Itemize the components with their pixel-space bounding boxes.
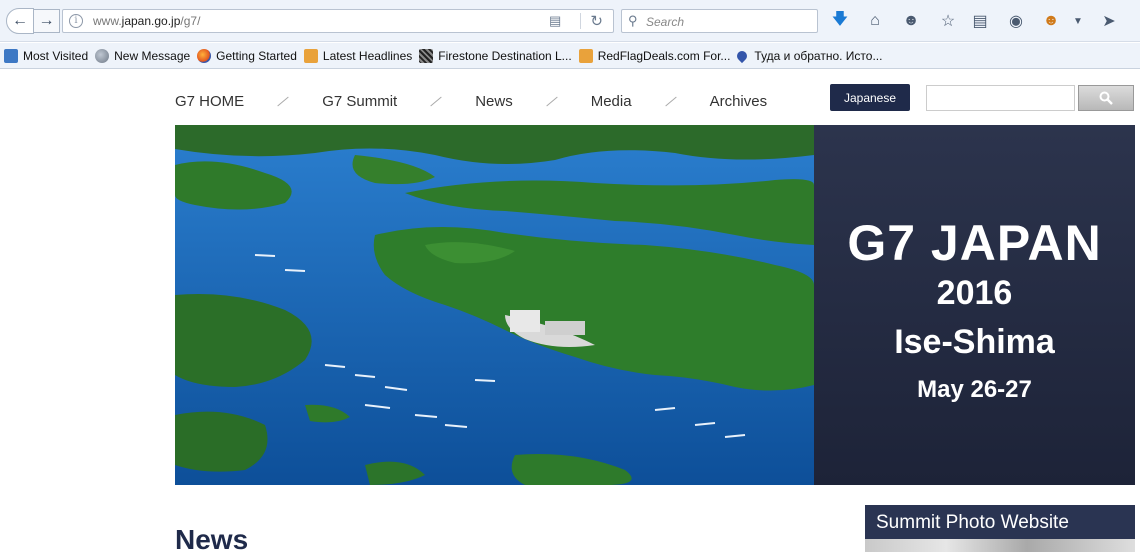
firestone-icon [419, 48, 434, 63]
browser-toolbar: ← → i www.japan.go.jp/g7/ ▤ ↻ ⚲ Search 🡇… [0, 0, 1140, 42]
url-host: japan.go.jp [121, 14, 181, 28]
bookmark-getting-started[interactable]: Getting Started [197, 48, 297, 63]
search-icon [1099, 91, 1113, 105]
hero-place: Ise-Shima [894, 323, 1055, 361]
url-prefix: www. [93, 14, 122, 28]
site-search-input[interactable] [926, 85, 1075, 111]
reload-icon[interactable]: ↻ [590, 12, 603, 30]
bookmark-tuda-i-obratno[interactable]: Туда и обратно. Исто... [735, 48, 883, 63]
nav-divider [664, 96, 677, 106]
hero-date: May 26-27 [917, 376, 1032, 403]
reader-view-icon[interactable]: ▤ [549, 13, 567, 29]
bookmarks-bar: Most Visited New Message Getting Started… [0, 43, 1140, 69]
back-arrow-icon: ← [12, 12, 28, 29]
bookmark-most-visited[interactable]: Most Visited [4, 48, 89, 63]
site-navigation: G7 HOME G7 Summit News Media Archives [175, 88, 767, 114]
bookmark-new-message[interactable]: New Message [95, 48, 191, 63]
info-icon[interactable]: i [69, 14, 83, 28]
bookmark-label: Most Visited [23, 48, 89, 63]
home-icon[interactable]: ⌂ [865, 11, 885, 31]
forward-button[interactable]: → [34, 9, 60, 33]
bookmark-label: New Message [114, 48, 191, 63]
rss-icon [578, 48, 593, 63]
bookmark-label: Latest Headlines [322, 48, 413, 63]
bookmark-redflagdeals[interactable]: RedFlagDeals.com For... [578, 48, 731, 63]
hero-banner[interactable]: G7 JAPAN 2016 Ise-Shima May 26-27 [175, 125, 1135, 485]
url-separator [580, 13, 581, 29]
downloads-icon[interactable]: 🡇 [830, 11, 850, 31]
web-page: G7 HOME G7 Summit News Media Archives Ja… [0, 70, 1140, 552]
search-placeholder: Search [646, 15, 685, 29]
nav-news[interactable]: News [475, 93, 513, 110]
search-icon: ⚲ [628, 13, 638, 28]
addon-monkey-icon[interactable]: ☻ [1041, 11, 1061, 31]
nav-g7-home[interactable]: G7 HOME [175, 93, 244, 110]
hero-title: G7 JAPAN [847, 215, 1102, 271]
summit-photo-website-label: Summit Photo Website [876, 512, 1069, 533]
bookmark-firestone[interactable]: Firestone Destination L... [419, 48, 572, 63]
search-bar[interactable]: ⚲ Search [621, 9, 818, 33]
bookmark-label: Туда и обратно. Исто... [754, 48, 883, 63]
nav-media[interactable]: Media [591, 93, 632, 110]
forward-arrow-icon: → [38, 12, 55, 29]
nav-divider [277, 96, 289, 106]
site-search-button[interactable] [1078, 85, 1134, 111]
globe-icon [95, 48, 110, 63]
firefox-icon [197, 48, 212, 63]
bookmark-label: Getting Started [216, 48, 297, 63]
send-icon[interactable]: ➤ [1099, 11, 1119, 31]
map-pin-icon [735, 48, 750, 63]
nav-g7-summit[interactable]: G7 Summit [322, 93, 397, 110]
nav-archives[interactable]: Archives [710, 93, 768, 110]
chat-icon[interactable]: ☻ [901, 11, 921, 31]
pocket-icon[interactable]: ◉ [1006, 11, 1026, 31]
url-bar[interactable]: i www.japan.go.jp/g7/ ▤ ↻ [62, 9, 614, 33]
rss-icon [303, 48, 318, 63]
url-text[interactable]: www.japan.go.jp/g7/ [93, 14, 200, 28]
reading-list-icon[interactable]: ▤ [970, 11, 990, 31]
hero-year: 2016 [936, 274, 1013, 312]
japanese-language-button[interactable]: Japanese [830, 84, 910, 111]
summit-photo-website-banner[interactable]: Summit Photo Website [865, 505, 1135, 552]
nav-divider [430, 96, 442, 106]
photo-strip-image [865, 539, 1135, 552]
bookmark-star-icon[interactable]: ☆ [938, 11, 958, 31]
nav-divider [546, 96, 558, 106]
url-path: /g7/ [180, 14, 201, 28]
aerial-bay-photo [175, 125, 814, 485]
back-button[interactable]: ← [6, 8, 34, 34]
bookmark-label: Firestone Destination L... [438, 48, 572, 63]
hero-title-panel: G7 JAPAN 2016 Ise-Shima May 26-27 [814, 125, 1135, 485]
news-heading: News [175, 524, 249, 552]
dropdown-arrow-icon[interactable]: ▼ [1068, 11, 1088, 31]
bookmark-latest-headlines[interactable]: Latest Headlines [303, 48, 413, 63]
bookmark-label: RedFlagDeals.com For... [597, 48, 731, 63]
bookmark-folder-icon [4, 48, 18, 63]
